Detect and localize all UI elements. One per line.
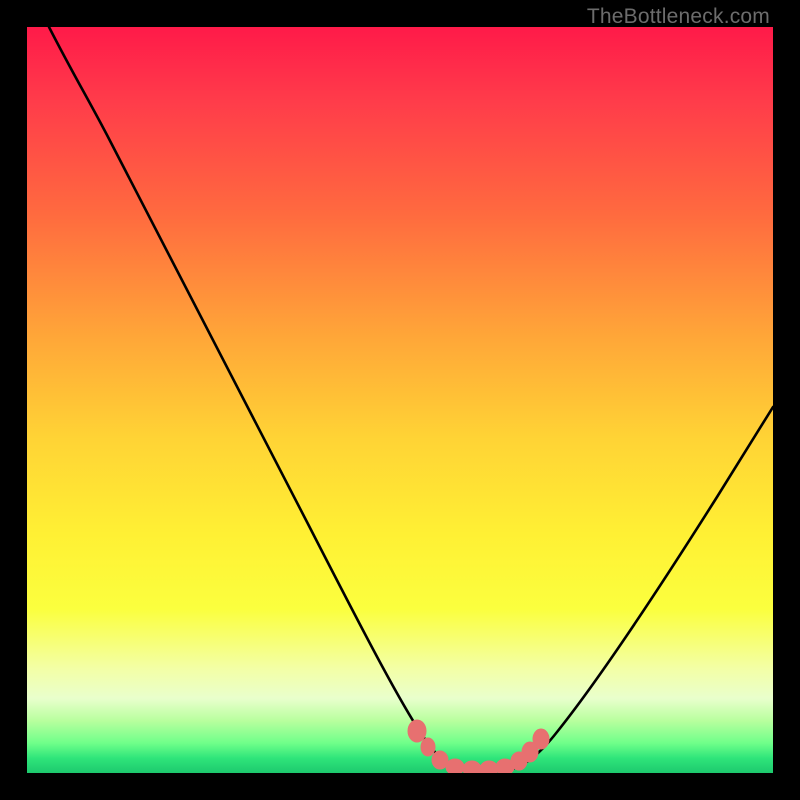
watermark-text: TheBottleneck.com: [587, 5, 770, 29]
trough-markers: [408, 720, 549, 773]
marker-dot: [463, 761, 481, 773]
marker-dot: [446, 759, 464, 773]
marker-dot: [421, 738, 435, 756]
bottleneck-curve-svg: [27, 27, 773, 773]
chart-plot-area: [27, 27, 773, 773]
marker-dot: [408, 720, 426, 742]
bottleneck-curve-path: [49, 27, 773, 771]
marker-dot: [533, 729, 549, 749]
marker-dot: [480, 761, 498, 773]
